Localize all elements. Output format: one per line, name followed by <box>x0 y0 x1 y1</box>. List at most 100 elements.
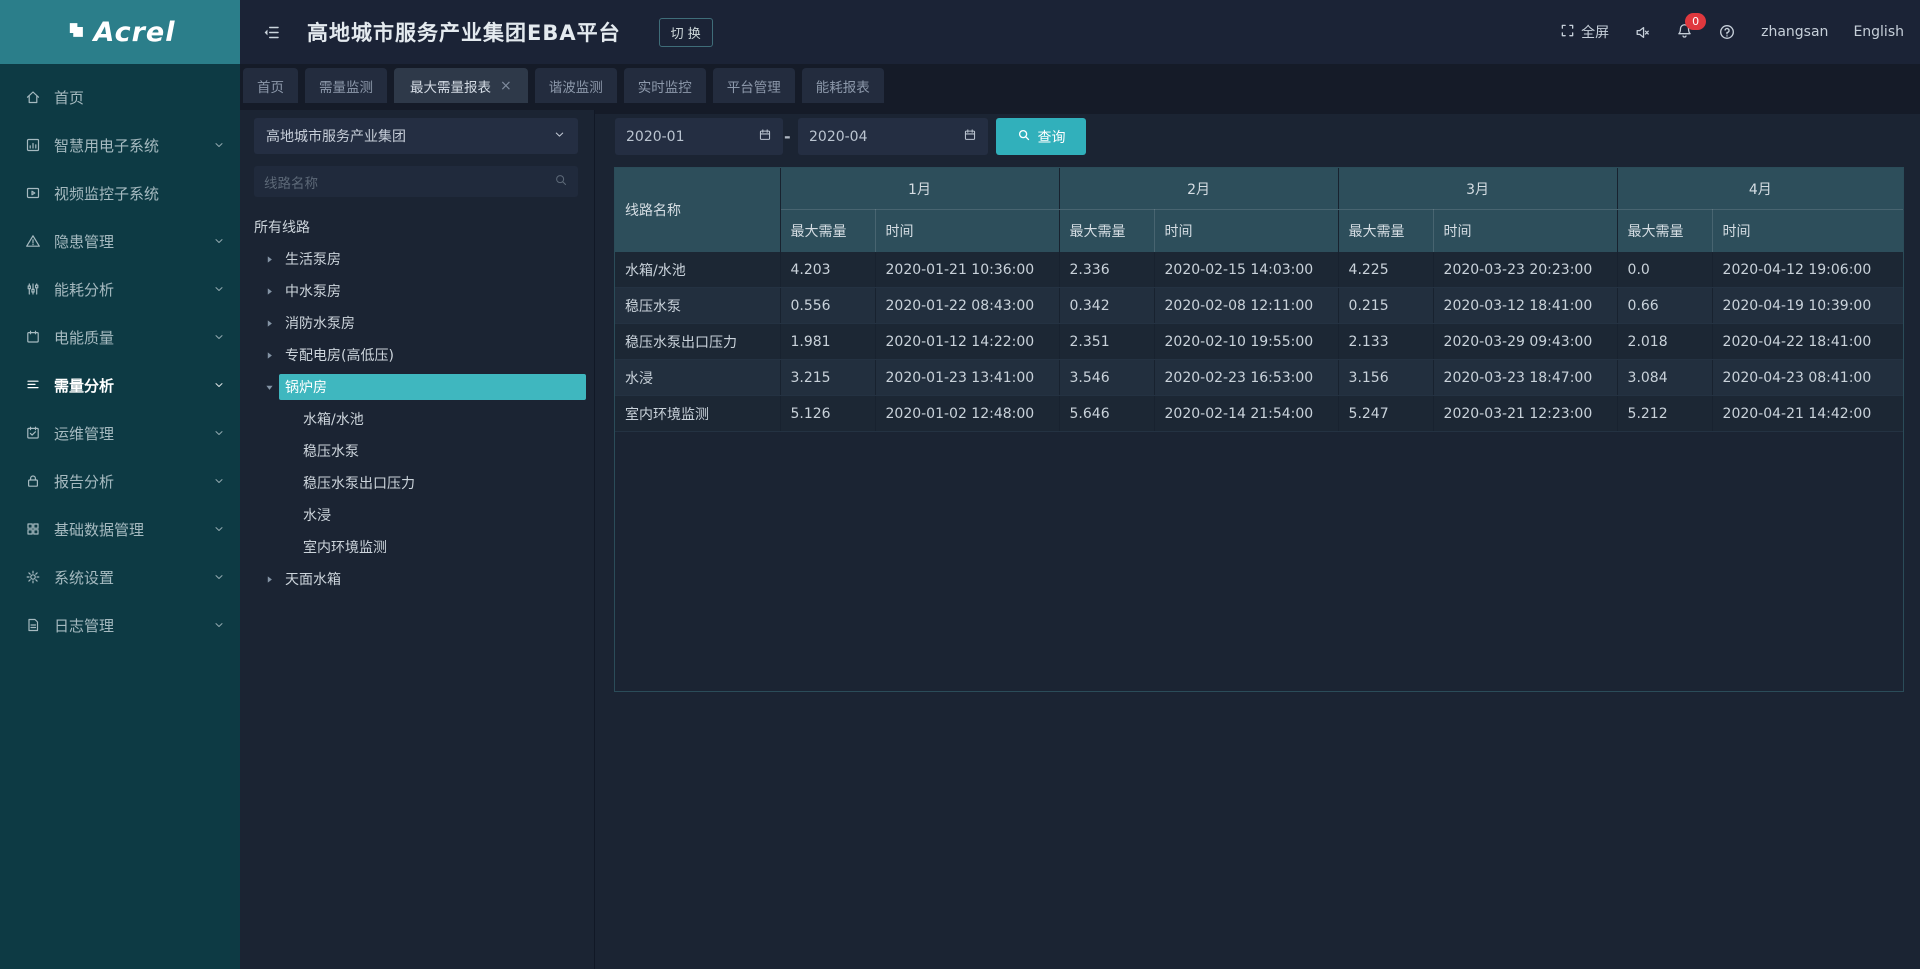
tree-node[interactable]: 天面水箱 <box>240 563 594 595</box>
query-button[interactable]: 查询 <box>996 118 1086 155</box>
chevron-down-icon <box>213 427 225 439</box>
tree-node[interactable]: 稳压水泵 <box>240 435 594 467</box>
sidebar-item[interactable]: 能耗分析 <box>0 265 240 313</box>
column-header-max-demand: 最大需量 <box>780 210 875 253</box>
start-month-picker[interactable]: 2020-01 <box>615 118 783 155</box>
tab-item[interactable]: 能耗报表 <box>802 68 884 103</box>
tree-node[interactable]: 消防水泵房 <box>240 307 594 339</box>
language-switch[interactable]: English <box>1853 24 1904 40</box>
tree-node[interactable]: 水浸 <box>240 499 594 531</box>
help-button[interactable] <box>1718 23 1736 41</box>
tree-node[interactable]: 生活泵房 <box>240 243 594 275</box>
cell-time: 2020-03-29 09:43:00 <box>1433 324 1617 360</box>
tab-item[interactable]: 实时监控 <box>624 68 706 103</box>
column-header-time: 时间 <box>1712 210 1903 253</box>
sidebar-item[interactable]: 视频监控子系统 <box>0 169 240 217</box>
line-search-input[interactable]: 线路名称 <box>254 166 578 197</box>
cell-max-demand: 5.646 <box>1059 396 1154 432</box>
column-header-month: 4月 <box>1617 168 1903 210</box>
sidebar-item[interactable]: 首页 <box>0 73 240 121</box>
caret-right-icon[interactable] <box>264 318 275 329</box>
tree-node[interactable]: 水箱/水池 <box>240 403 594 435</box>
tree-node-label: 水箱/水池 <box>303 409 364 429</box>
end-month-picker[interactable]: 2020-04 <box>798 118 988 155</box>
table-row: 水箱/水池4.2032020-01-21 10:36:002.3362020-0… <box>615 252 1903 288</box>
cell-line-name: 水箱/水池 <box>615 252 780 288</box>
notification-bell[interactable]: 0 <box>1676 22 1693 43</box>
date-range-separator: - <box>784 118 791 155</box>
cell-time: 2020-04-19 10:39:00 <box>1712 288 1903 324</box>
demand-report-table-container: 线路名称1月2月3月4月最大需量时间最大需量时间最大需量时间最大需量时间 水箱/… <box>614 167 1904 692</box>
tree-node-label: 生活泵房 <box>285 249 341 269</box>
column-header-month: 3月 <box>1338 168 1617 210</box>
username[interactable]: zhangsan <box>1761 24 1828 40</box>
search-icon <box>554 173 568 191</box>
tab-item[interactable]: 谐波监测 <box>535 68 617 103</box>
caret-right-icon[interactable] <box>264 286 275 297</box>
switch-button[interactable]: 切 换 <box>659 18 713 47</box>
cell-max-demand: 4.203 <box>780 252 875 288</box>
caret-right-icon[interactable] <box>264 254 275 265</box>
tree-node[interactable]: 所有线路 <box>240 211 594 243</box>
tree-node[interactable]: 专配电房(高低压) <box>240 339 594 371</box>
sidebar-item[interactable]: 日志管理 <box>0 601 240 649</box>
column-header-max-demand: 最大需量 <box>1059 210 1154 253</box>
table-row: 稳压水泵出口压力1.9812020-01-12 14:22:002.351202… <box>615 324 1903 360</box>
caret-right-icon[interactable] <box>264 350 275 361</box>
header-left: 高地城市服务产业集团EBA平台 切 换 <box>262 0 713 64</box>
tab-item[interactable]: 首页 <box>243 68 298 103</box>
menu-fold-icon[interactable] <box>262 23 281 42</box>
sidebar-item[interactable]: 系统设置 <box>0 553 240 601</box>
sidebar-item[interactable]: 智慧用电子系统 <box>0 121 240 169</box>
tree-node-label: 天面水箱 <box>285 569 341 589</box>
tab-item[interactable]: 需量监测 <box>305 68 387 103</box>
caret-right-icon[interactable] <box>264 574 275 585</box>
tree-node-label: 室内环境监测 <box>303 537 387 557</box>
caret-down-icon[interactable] <box>264 382 275 393</box>
fullscreen-button[interactable]: 全屏 <box>1560 22 1609 42</box>
cell-time: 2020-02-14 21:54:00 <box>1154 396 1338 432</box>
cell-max-demand: 0.66 <box>1617 288 1712 324</box>
line-tree: 所有线路生活泵房中水泵房消防水泵房专配电房(高低压) 锅炉房水箱/水池稳压水泵稳压… <box>240 211 594 595</box>
sidebar-item[interactable]: 运维管理 <box>0 409 240 457</box>
sidebar-item[interactable]: 基础数据管理 <box>0 505 240 553</box>
hazard-icon <box>25 233 41 249</box>
report-analysis-icon <box>25 473 41 489</box>
mute-button[interactable] <box>1634 24 1651 41</box>
tab-bar: 首页需量监测最大需量报表× 谐波监测 实时监控 平台管理 能耗报表 <box>240 64 1920 114</box>
tree-node-label: 消防水泵房 <box>285 313 355 333</box>
tree-node[interactable]: 室内环境监测 <box>240 531 594 563</box>
tab-label: 实时监控 <box>638 76 692 96</box>
chevron-down-icon <box>213 379 225 391</box>
sidebar-item[interactable]: 需量分析 <box>0 361 240 409</box>
cell-time: 2020-01-12 14:22:00 <box>875 324 1059 360</box>
tab-active[interactable]: 最大需量报表× <box>394 68 528 103</box>
column-header-time: 时间 <box>875 210 1059 253</box>
cell-max-demand: 3.156 <box>1338 360 1433 396</box>
close-icon[interactable]: × <box>500 78 512 94</box>
settings-icon <box>25 569 41 585</box>
cell-time: 2020-02-10 19:55:00 <box>1154 324 1338 360</box>
log-icon <box>25 617 41 633</box>
sidebar-item[interactable]: 报告分析 <box>0 457 240 505</box>
tab-item[interactable]: 平台管理 <box>713 68 795 103</box>
demand-analysis-icon <box>25 377 41 393</box>
sidebar-item-label: 报告分析 <box>54 471 114 492</box>
sidebar-item[interactable]: 隐患管理 <box>0 217 240 265</box>
cell-time: 2020-01-22 08:43:00 <box>875 288 1059 324</box>
tree-node[interactable]: 锅炉房 <box>240 371 594 403</box>
tree-node[interactable]: 稳压水泵出口压力 <box>240 467 594 499</box>
tree-node-label: 稳压水泵出口压力 <box>303 473 415 493</box>
tree-node[interactable]: 中水泵房 <box>240 275 594 307</box>
tab-label: 谐波监测 <box>549 76 603 96</box>
tree-node-label: 水浸 <box>303 505 331 525</box>
smart-power-icon <box>25 137 41 153</box>
tree-node-label: 锅炉房 <box>285 377 327 397</box>
operations-icon <box>25 425 41 441</box>
app-window: Acrel 高地城市服务产业集团EBA平台 切 换 全屏 0 zhangsan … <box>0 0 1920 969</box>
tab-label: 能耗报表 <box>816 76 870 96</box>
sidebar-item[interactable]: 电能质量 <box>0 313 240 361</box>
organization-select[interactable]: 高地城市服务产业集团 <box>254 118 578 154</box>
cell-max-demand: 5.212 <box>1617 396 1712 432</box>
cell-max-demand: 5.247 <box>1338 396 1433 432</box>
